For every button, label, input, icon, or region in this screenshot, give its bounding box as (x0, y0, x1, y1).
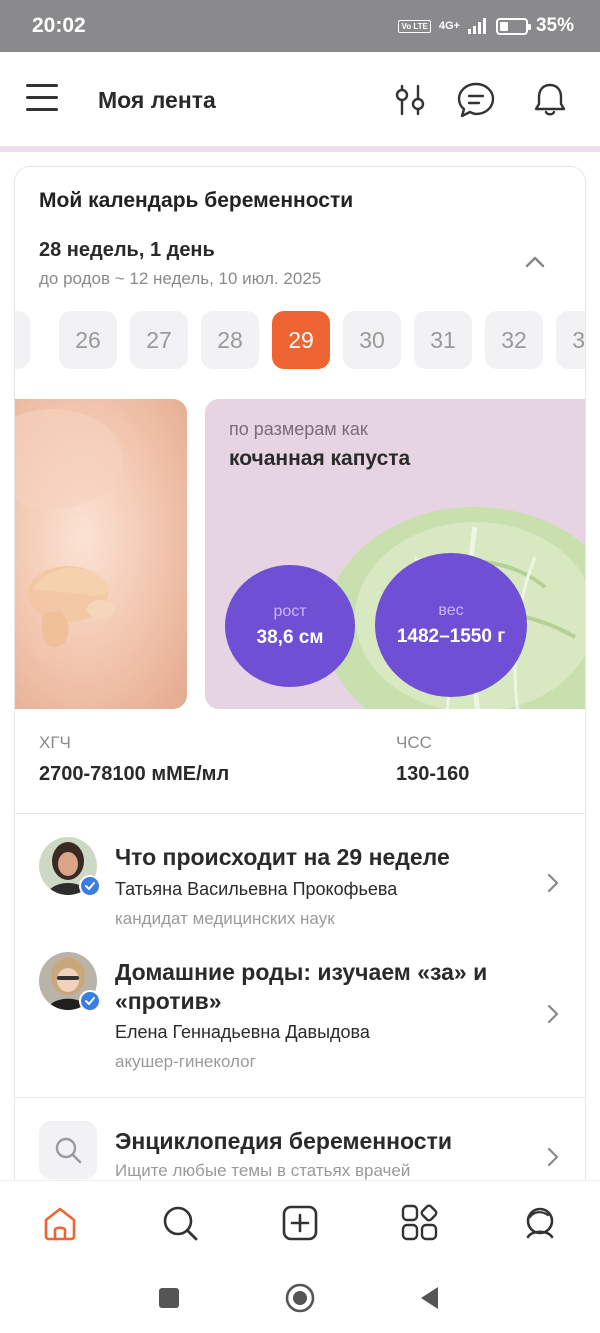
week-pill[interactable]: 26 (59, 311, 117, 369)
article-author-role: акушер-гинеколог (115, 1052, 256, 1071)
fetal-size-card[interactable]: по размерам как кочанная капуста рост 38… (205, 399, 585, 709)
hcg-value: 2700-78100 мМЕ/мл (39, 763, 230, 785)
avatar (39, 952, 101, 1012)
article-title: Домашние роды: изучаем «за» и «против» (115, 958, 515, 1016)
article-author: Татьяна Васильевна Прокофьева (115, 879, 398, 899)
verified-icon (79, 875, 101, 897)
network-type: 4G+ (438, 20, 460, 32)
divider (15, 1097, 585, 1098)
due-date-text: до родов ~ 12 недель, 10 июл. 2025 (39, 269, 322, 288)
chevron-right-icon (547, 1004, 559, 1024)
week-pill[interactable]: 31 (414, 311, 472, 369)
page-title: Моя лента (98, 87, 216, 113)
bell-icon[interactable] (530, 80, 570, 120)
week-pill[interactable]: 33 (556, 311, 585, 369)
weight-value: 1482–1550 г (396, 626, 506, 647)
week-pill[interactable]: 25 (15, 311, 30, 369)
size-comparison-name: кочанная капуста (229, 447, 411, 470)
embryo-image[interactable] (15, 399, 187, 709)
status-icons: Vo LTE 4G+ 35% (398, 15, 574, 37)
week-pill-selected[interactable]: 29 (272, 311, 330, 369)
battery-icon (495, 17, 531, 35)
filter-icon[interactable] (390, 80, 430, 120)
profile-icon[interactable] (520, 1203, 560, 1243)
week-pill[interactable]: 27 (130, 311, 188, 369)
height-bubble: рост 38,6 см (225, 565, 355, 687)
chat-icon[interactable] (456, 80, 496, 120)
calendar-title: Мой календарь беременности (39, 189, 354, 212)
pregnancy-calendar-card: Мой календарь беременности 28 недель, 1 … (14, 166, 586, 1226)
article-title-line: «против» (115, 988, 222, 1014)
battery-percent: 35% (535, 15, 574, 36)
volte-badge: Vo LTE (398, 19, 431, 33)
divider (15, 813, 585, 814)
verified-icon (79, 990, 101, 1012)
height-label: рост (273, 603, 307, 620)
avatar (39, 837, 101, 897)
home-button-icon[interactable] (284, 1282, 316, 1314)
article-title-line: Домашние роды: изучаем «за» и (115, 959, 488, 985)
system-navigation (0, 1266, 600, 1333)
services-icon[interactable] (400, 1203, 440, 1243)
header-divider (0, 146, 600, 152)
weight-bubble: вес 1482–1550 г (375, 553, 527, 697)
height-value: 38,6 см (256, 627, 324, 648)
article-item[interactable]: Домашние роды: изучаем «за» и «против» Е… (15, 942, 585, 1082)
back-icon[interactable] (414, 1282, 446, 1314)
size-comparison-label: по размерам как (229, 419, 368, 439)
week-selector[interactable]: 25 26 27 28 29 30 31 32 33 (15, 311, 585, 371)
search-icon-tile (39, 1121, 97, 1179)
encyclopedia-title: Энциклопедия беременности (115, 1128, 452, 1154)
chevron-right-icon (547, 873, 559, 893)
add-icon[interactable] (280, 1203, 320, 1243)
heart-rate-label: ЧСС (396, 733, 432, 752)
article-title: Что происходит на 29 неделе (115, 844, 450, 870)
week-pill[interactable]: 32 (485, 311, 543, 369)
pregnancy-term: 28 недель, 1 день (39, 239, 215, 261)
signal-icon (467, 18, 486, 34)
embryo-illustration (15, 409, 123, 648)
encyclopedia-subtitle: Ищите любые темы в статьях врачей (115, 1161, 411, 1180)
bottom-navigation (0, 1180, 600, 1266)
hcg-label: ХГЧ (39, 733, 71, 752)
weight-label: вес (438, 602, 464, 619)
article-author-role: кандидат медицинских наук (115, 909, 335, 928)
search-icon[interactable] (160, 1203, 200, 1243)
chevron-up-icon[interactable] (523, 253, 547, 271)
week-pill[interactable]: 30 (343, 311, 401, 369)
search-icon (55, 1137, 82, 1164)
status-bar: 20:02 Vo LTE 4G+ 35% (0, 0, 600, 52)
heart-rate-value: 130-160 (396, 763, 470, 785)
recent-apps-icon[interactable] (153, 1282, 185, 1314)
menu-icon[interactable] (26, 84, 58, 112)
article-author: Елена Геннадьевна Давыдова (115, 1022, 370, 1042)
week-pill[interactable]: 28 (201, 311, 259, 369)
chevron-right-icon (547, 1147, 559, 1167)
home-icon[interactable] (40, 1203, 80, 1243)
app-header: Моя лента (0, 52, 600, 148)
article-item[interactable]: Что происходит на 29 неделе Татьяна Васи… (15, 827, 585, 937)
status-time: 20:02 (32, 14, 86, 37)
